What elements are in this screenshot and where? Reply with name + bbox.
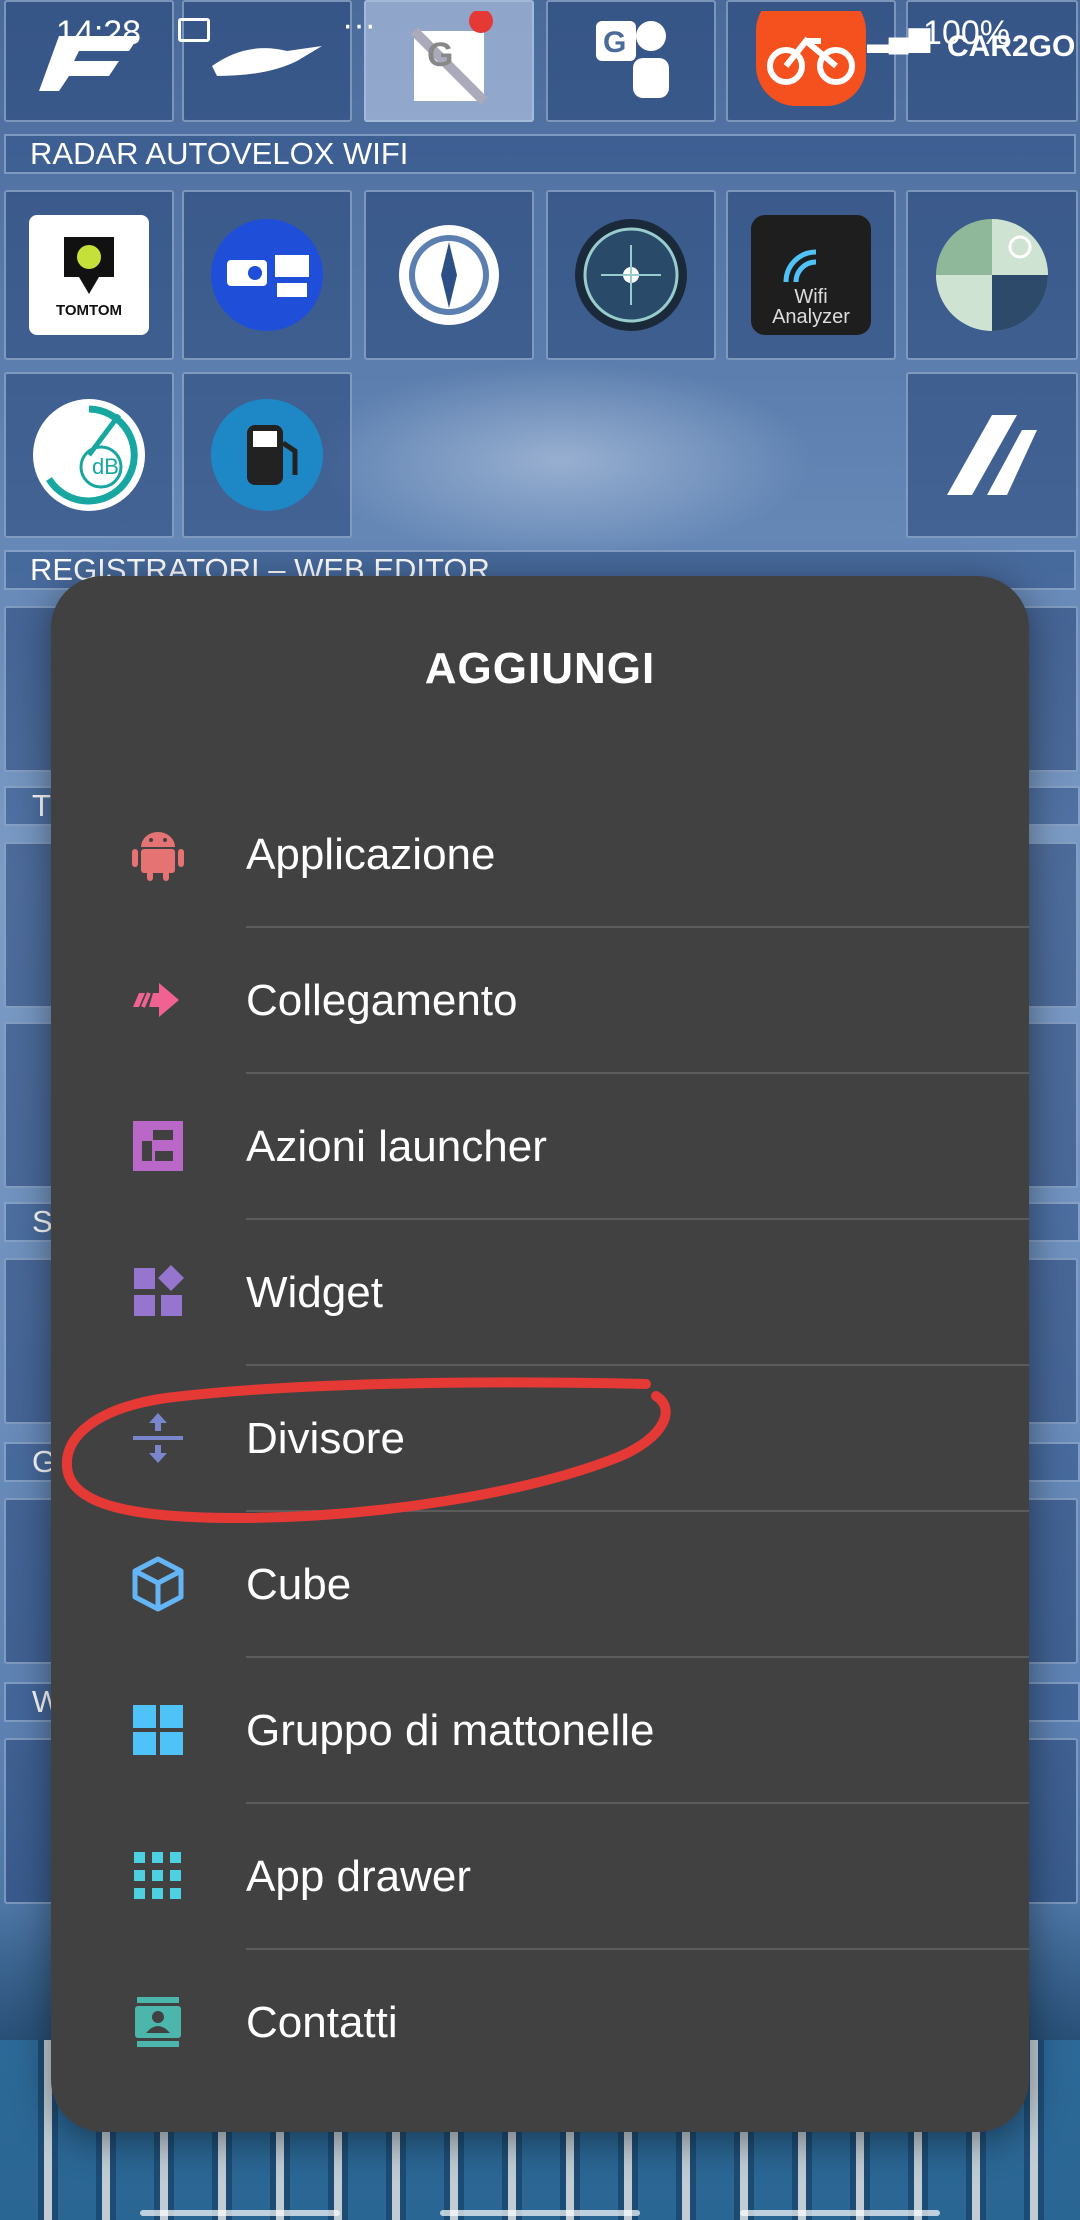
tile-group-icon [133,1705,183,1755]
tomtom-icon: TOMTOM [29,215,149,335]
tile-speed-camera[interactable] [182,190,352,360]
db-label: dB [92,454,119,479]
menu-item-azioni-launcher[interactable]: Azioni launcher [51,1074,1029,1220]
menu-item-label: App drawer [246,1852,472,1901]
signal-icon: ▂▄▆ [867,21,930,52]
app-drawer-icon [134,1852,181,1899]
menu-item-cube[interactable]: Cube [51,1512,1029,1658]
menu-item-collegamento[interactable]: Collegamento [51,928,1029,1074]
tile-network-tools[interactable] [906,190,1078,360]
tile-fuel[interactable] [182,372,352,538]
widget-icon [134,1265,184,1316]
fuel-station-icon [211,399,323,511]
more-notifications-icon: ··· [342,6,376,44]
dialog-title: AGGIUNGI [424,644,656,693]
section-header-radar[interactable]: RADAR AUTOVELOX WIFI [4,134,1076,174]
highway-icon [947,415,1037,495]
section-title: RADAR AUTOVELOX WIFI [30,136,409,171]
status-time: 14:28 [56,14,142,52]
sound-meter-icon [33,399,145,511]
wifi-analyzer-icon: Wifi Analyzer [751,215,871,335]
menu-item-gruppo-mattonelle[interactable]: Gruppo di mattonelle [51,1658,1029,1804]
cube-icon [132,1556,184,1612]
contacts-icon [135,1997,181,2047]
gps-dashboard-icon [575,219,687,331]
menu-item-label: Contatti [246,1998,398,2047]
tile-compass[interactable] [364,190,534,360]
menu-item-label: Collegamento [246,976,518,1025]
divider-icon [133,1413,183,1463]
network-tools-icon [936,219,1048,331]
menu-item-app-drawer[interactable]: App drawer [51,1804,1029,1950]
gmail-notification-icon [178,18,210,42]
tile-db-meter[interactable]: dB [4,372,174,538]
menu-item-label: Gruppo di mattonelle [246,1706,655,1755]
menu-item-label: Applicazione [246,830,496,879]
android-icon [132,832,184,881]
menu-item-label: Widget [246,1268,383,1317]
menu-item-widget[interactable]: Widget [51,1220,1029,1366]
menu-item-label: Azioni launcher [246,1122,547,1171]
tile-gps-dashboard[interactable] [546,190,716,360]
menu-item-applicazione[interactable]: Applicazione [51,782,1029,928]
shortcut-arrow-icon [133,983,179,1017]
launcher-actions-icon [133,1121,183,1171]
status-bar: 14:28 ··· ▂▄▆ 100% [0,0,1080,60]
add-dialog: AGGIUNGI Applicazione Collegamento Azion… [51,576,1029,2132]
menu-item-label: Cube [246,1560,352,1609]
gesture-bar [0,2206,1080,2220]
battery-percent: 100% [923,14,1010,52]
tile-tomtom[interactable]: TOMTOM [4,190,174,360]
menu-item-divisore[interactable]: Divisore [51,1366,1029,1512]
tomtom-label: TOMTOM [55,301,123,319]
section-title: T [32,788,51,823]
tile-wifi-analyzer[interactable]: Wifi Analyzer [726,190,896,360]
section-title: S [32,1204,53,1239]
wifi-analyzer-label: Wifi Analyzer [772,286,850,328]
speed-camera-icon [211,219,323,331]
compass-icon [399,225,499,325]
menu-item-label: Divisore [246,1414,405,1463]
menu-item-contatti[interactable]: Contatti [51,1950,1029,2096]
tile-highway[interactable] [906,372,1078,538]
